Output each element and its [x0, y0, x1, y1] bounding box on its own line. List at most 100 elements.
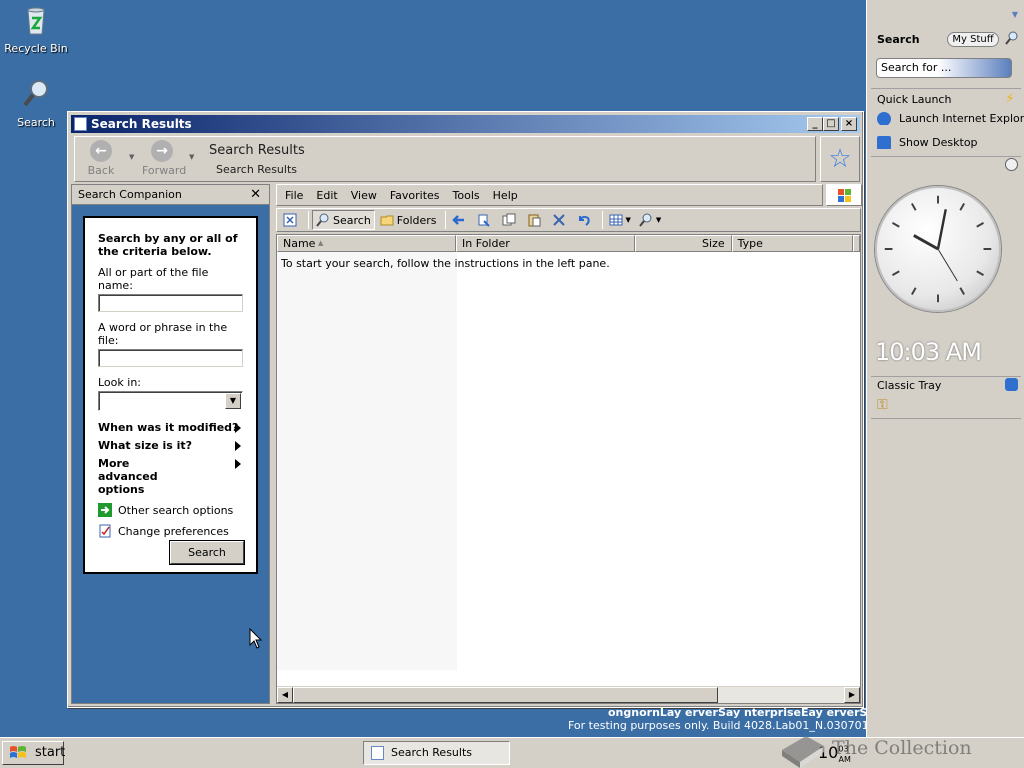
menu-edit[interactable]: Edit: [316, 189, 337, 202]
menu-help[interactable]: Help: [493, 189, 518, 202]
column-header-name[interactable]: Name ▲: [277, 235, 457, 252]
menu-view[interactable]: View: [351, 189, 377, 202]
toolbar-search-button[interactable]: Search: [312, 210, 375, 230]
toolbar-folders-button[interactable]: Folders: [377, 210, 440, 230]
copy-button[interactable]: [499, 210, 522, 230]
more-options-label: More advanced options: [98, 457, 158, 496]
sidebar-search-title: Search: [877, 33, 920, 46]
toolbar-folders-label: Folders: [396, 213, 437, 227]
search-button[interactable]: Search: [170, 541, 244, 564]
show-desktop-icon: [877, 136, 891, 149]
other-search-options-link[interactable]: Other search options: [98, 503, 244, 517]
sidebar-search-icon[interactable]: [1005, 31, 1019, 45]
forward-dropdown-icon[interactable]: ▼: [189, 153, 194, 161]
nav-subtitle: Search Results: [216, 163, 298, 176]
results-pane: File Edit View Favorites Tools Help Sear…: [276, 184, 862, 704]
forward-arrow-icon: →: [151, 140, 173, 162]
lightning-icon: ⚡: [1005, 91, 1015, 107]
scroll-thumb[interactable]: [293, 687, 718, 703]
column-header-type[interactable]: Type: [731, 235, 853, 252]
what-size-expander[interactable]: What size is it?: [98, 439, 243, 452]
show-desktop-item[interactable]: Show Desktop: [877, 136, 1024, 149]
analog-clock: [875, 186, 1001, 312]
horizontal-scrollbar[interactable]: ◀ ▶: [277, 686, 860, 703]
undo-button[interactable]: [574, 210, 597, 230]
companion-title: Search Companion: [78, 188, 182, 201]
expand-arrow-icon: [235, 441, 241, 451]
menu-favorites[interactable]: Favorites: [390, 189, 440, 202]
copy-to-button[interactable]: [474, 210, 497, 230]
sidebar-divider: [871, 88, 1021, 89]
digital-clock-time: 10:03 AM: [875, 338, 982, 366]
tray-keys-icon[interactable]: ⚿: [877, 397, 888, 413]
mouse-cursor-icon: [249, 628, 263, 649]
change-preferences-link[interactable]: Change preferences: [98, 524, 244, 538]
toolbar-separator: [308, 211, 309, 229]
other-search-options-label: Other search options: [118, 504, 234, 517]
views-button[interactable]: ▼: [606, 210, 634, 230]
scroll-left-icon[interactable]: ◀: [277, 687, 293, 703]
copy-icon: [478, 214, 490, 227]
menu-bar: File Edit View Favorites Tools Help: [276, 184, 823, 206]
watermark-line-1: ongnornLay erverSay nterpriseEay erverSa…: [608, 706, 882, 719]
launch-ie-item[interactable]: Launch Internet Explorer: [877, 112, 1024, 125]
maximize-button[interactable]: □: [823, 117, 839, 131]
paste-button[interactable]: [524, 210, 547, 230]
chevron-down-icon[interactable]: ▼: [225, 393, 241, 409]
forward-button[interactable]: → Forward: [142, 140, 186, 177]
quick-launch-title: Quick Launch: [877, 93, 952, 106]
classic-tray-settings-icon[interactable]: [1005, 378, 1018, 391]
toolbar-separator: [601, 211, 603, 229]
menu-file[interactable]: File: [285, 189, 303, 202]
results-list[interactable]: Name ▲ In Folder Size Type To start your…: [276, 234, 861, 704]
expand-arrow-icon: [235, 459, 241, 469]
my-stuff-button[interactable]: My Stuff: [947, 32, 999, 47]
back-dropdown-icon[interactable]: ▼: [129, 153, 134, 161]
recycle-bin-icon: [27, 7, 45, 35]
launch-ie-label: Launch Internet Explorer: [899, 112, 1024, 125]
toolbar: Search Folders ▼ ▼: [276, 208, 861, 232]
favorites-star-icon[interactable]: ☆: [820, 136, 860, 182]
stop-search-button[interactable]: [280, 210, 303, 230]
menu-tools[interactable]: Tools: [453, 189, 480, 202]
column-header-size[interactable]: Size: [635, 235, 732, 252]
classic-tray-title: Classic Tray: [877, 379, 942, 392]
start-button[interactable]: start: [2, 741, 66, 765]
window-titlebar[interactable]: Search Results _ □ ×: [71, 115, 860, 133]
search-results-app-icon: [371, 746, 384, 760]
start-label: start: [35, 745, 66, 760]
undo-icon: [578, 215, 590, 226]
show-desktop-label: Show Desktop: [899, 136, 978, 149]
move-to-button[interactable]: [449, 210, 472, 230]
desktop-icon-recycle-bin[interactable]: Recycle Bin: [0, 4, 72, 55]
book-icon: [782, 736, 824, 768]
minimize-button[interactable]: _: [807, 117, 823, 131]
back-button[interactable]: ← Back: [81, 140, 121, 177]
column-header-overflow[interactable]: [852, 235, 860, 252]
companion-close-icon[interactable]: ✕: [250, 185, 261, 205]
lookin-select[interactable]: ▼: [98, 391, 243, 411]
filename-input[interactable]: [98, 294, 243, 312]
sidebar-divider: [871, 376, 1021, 377]
sidebar-search-input[interactable]: Search for ...: [876, 58, 1012, 78]
companion-header: Search Companion ✕: [72, 185, 269, 205]
search-options-button[interactable]: ▼: [636, 210, 664, 230]
column-header-in-folder[interactable]: In Folder: [456, 235, 636, 252]
close-button[interactable]: ×: [841, 117, 857, 131]
search-companion-pane: Search Companion ✕ Search by any or all …: [71, 184, 270, 704]
clock-settings-icon[interactable]: [1005, 158, 1018, 171]
preferences-icon: [99, 524, 111, 538]
taskbar-item-search-results[interactable]: Search Results: [363, 741, 510, 765]
copy-pages-icon: [502, 213, 516, 226]
scroll-right-icon[interactable]: ▶: [844, 687, 860, 703]
more-options-expander[interactable]: More advanced options: [98, 457, 243, 496]
delete-button[interactable]: [549, 210, 572, 230]
sorted-column-shade: [277, 252, 457, 670]
desktop-icon-search[interactable]: Search: [0, 78, 72, 129]
sidebar: ▼ Search My Stuff Search for ... Quick L…: [866, 0, 1024, 768]
sidebar-menu-chevron-icon[interactable]: ▼: [1012, 10, 1018, 19]
phrase-input[interactable]: [98, 349, 243, 367]
column-infolder-label: In Folder: [462, 237, 510, 250]
forward-label: Forward: [142, 164, 187, 177]
when-modified-expander[interactable]: When was it modified?: [98, 421, 243, 434]
